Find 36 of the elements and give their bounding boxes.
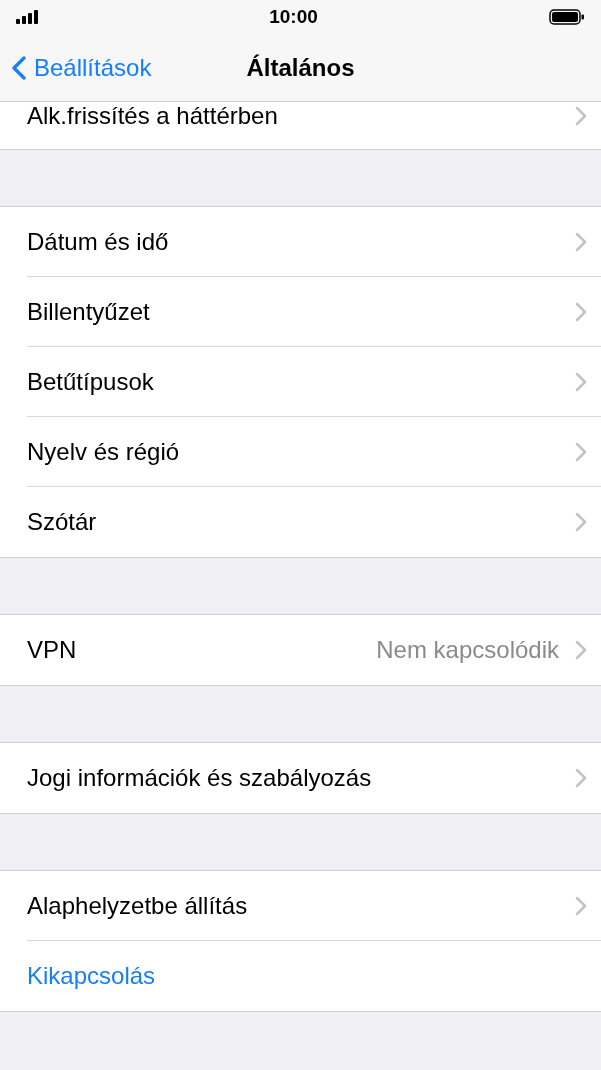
back-chevron-icon: [12, 55, 26, 80]
chevron-icon: [575, 231, 587, 252]
settings-row[interactable]: Nyelv és régió: [0, 417, 601, 487]
row-label: Szótár: [27, 510, 98, 534]
row-value: Nem kapcsolódik: [376, 635, 559, 665]
chevron-icon: [575, 512, 587, 532]
settings-row[interactable]: Alaphelyzetbe állítás: [0, 871, 601, 941]
chevron-icon: [575, 768, 587, 788]
nav-title: Általános: [246, 52, 355, 83]
row-label: Alk.frissítés a háttérben: [27, 103, 279, 128]
row-label: Billentyűzet: [27, 299, 151, 324]
settings-row[interactable]: Jogi információk és szabályozás: [0, 743, 601, 813]
settings-row[interactable]: Betűtípusok: [0, 347, 601, 417]
settings-row[interactable]: Billentyűzet: [0, 277, 601, 347]
row-label: Nyelv és régió: [27, 439, 181, 464]
row-label: Dátum és idő: [27, 229, 170, 254]
row-label: Alaphelyzetbe állítás: [27, 893, 249, 918]
settings-row[interactable]: Szótár: [0, 487, 601, 557]
settings-row[interactable]: Dátum és idő: [0, 207, 601, 277]
settings-row[interactable]: VPN Nem kapcsolódik: [0, 615, 601, 685]
row-label: Jogi információk és szabályozás: [27, 766, 373, 790]
chevron-icon: [575, 301, 587, 322]
settings-row[interactable]: Kikapcsolás: [0, 941, 601, 1011]
chevron-icon: [575, 371, 587, 392]
chevron-icon: [575, 105, 587, 126]
settings-row[interactable]: Alk.frissítés a háttérben: [0, 102, 601, 149]
back-button[interactable]: Beállítások: [12, 49, 152, 86]
row-label: Betűtípusok: [27, 369, 155, 394]
row-label: VPN: [27, 638, 78, 662]
chevron-icon: [575, 640, 587, 660]
chevron-icon: [575, 441, 587, 462]
battery-icon: [549, 9, 585, 25]
status-time: 10:00: [269, 4, 318, 29]
chevron-icon: [575, 895, 587, 916]
row-label: Kikapcsolás: [27, 964, 157, 988]
signal-icon: [16, 10, 38, 24]
